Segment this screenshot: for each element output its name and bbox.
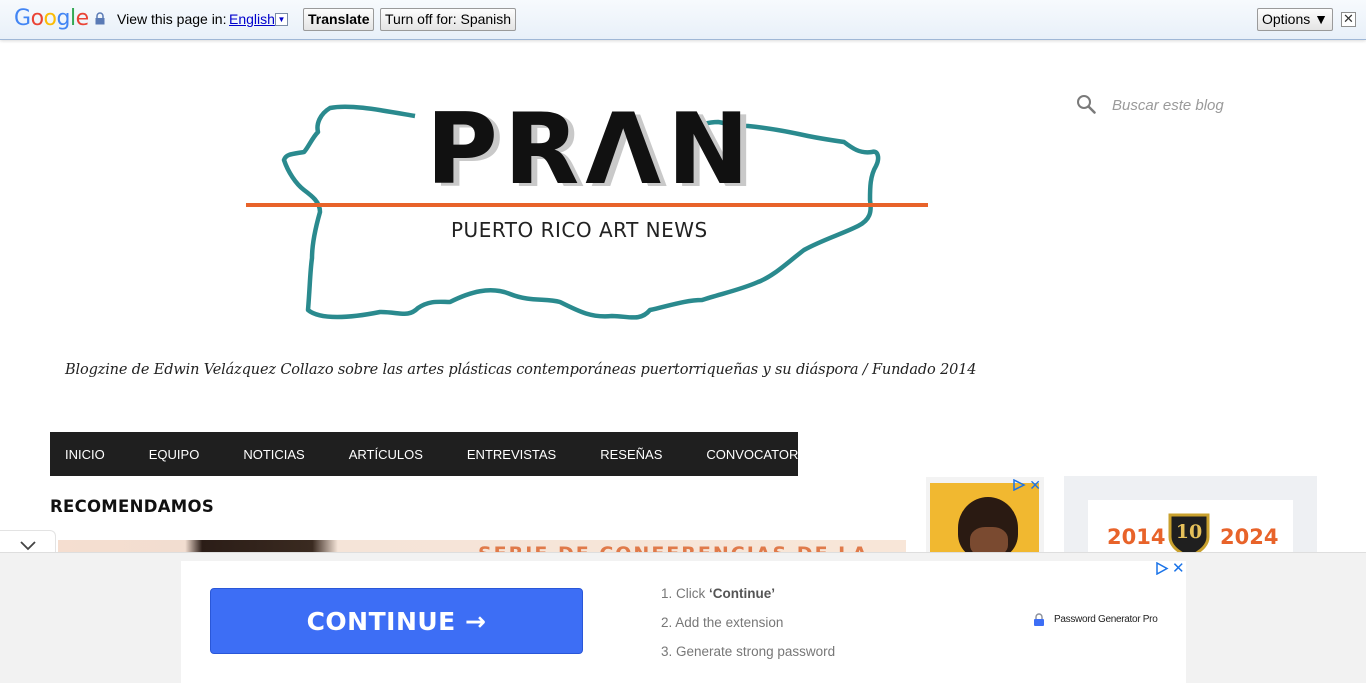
blog-logo[interactable]: PRΛN PRΛN PUERTO RICO ART NEWS <box>240 80 940 340</box>
adchoices-icon[interactable] <box>1012 479 1026 491</box>
ad-step-3: 3. Generate strong password <box>661 644 836 659</box>
nav-item-articulos[interactable]: ARTÍCULOS <box>349 447 423 462</box>
anniversary-badge-icon: 10 <box>1168 513 1210 557</box>
anniversary-widget: 2014 10 2024 <box>1064 476 1317 560</box>
bottom-ad-overlay: CONTINUE → 1. Click ‘Continue’ 2. Add th… <box>0 552 1366 683</box>
google-logo: Google <box>14 6 89 31</box>
search-input[interactable] <box>1112 92 1312 118</box>
nav-item-convocatorias[interactable]: CONVOCATORIAS <box>706 447 819 462</box>
logo-subtitle: PUERTO RICO ART NEWS <box>451 218 708 242</box>
sidebar-ad[interactable]: ✕ <box>926 477 1044 557</box>
ad-close-icon[interactable]: ✕ <box>1029 477 1041 494</box>
nav-item-resenas[interactable]: RESEÑAS <box>600 447 662 462</box>
ad-brand-name: Password Generator Pro <box>1054 614 1158 625</box>
anniversary-end-year: 2024 <box>1220 525 1279 549</box>
main-nav: INICIO EQUIPO NOTICIAS ARTÍCULOS ENTREVI… <box>50 432 819 476</box>
svg-text:10: 10 <box>1176 521 1202 543</box>
nav-item-noticias[interactable]: NOTICIAS <box>243 447 304 462</box>
blog-tagline: Blogzine de Edwin Velázquez Collazo sobr… <box>65 362 977 378</box>
chevron-down-icon <box>20 541 36 551</box>
ad-step-2: 2. Add the extension <box>661 615 784 630</box>
ad-steps: 1. Click ‘Continue’ 2. Add the extension… <box>661 585 835 672</box>
translate-button[interactable]: Translate <box>303 8 375 31</box>
ad-close-icon[interactable]: ✕ <box>1172 559 1185 577</box>
turn-off-button[interactable]: Turn off for: Spanish <box>380 8 517 31</box>
bottom-ad[interactable]: CONTINUE → 1. Click ‘Continue’ 2. Add th… <box>181 559 1186 683</box>
continue-button[interactable]: CONTINUE → <box>210 588 583 654</box>
view-page-label: View this page in: <box>117 11 227 27</box>
section-title: RECOMENDAMOS <box>50 497 215 516</box>
search-icon[interactable] <box>1076 94 1096 114</box>
nav-item-equipo[interactable]: EQUIPO <box>149 447 200 462</box>
options-button[interactable]: Options ▼ <box>1257 8 1333 31</box>
padlock-icon <box>1034 613 1044 626</box>
adchoices-icon[interactable] <box>1155 562 1169 575</box>
language-link[interactable]: English <box>229 11 275 27</box>
anniversary-start-year: 2014 <box>1107 525 1166 549</box>
lock-icon <box>95 12 105 25</box>
nav-item-entrevistas[interactable]: ENTREVISTAS <box>467 447 556 462</box>
nav-item-inicio[interactable]: INICIO <box>65 447 105 462</box>
dropdown-arrow-icon[interactable]: ▼ <box>275 13 288 26</box>
ad-brand[interactable]: Password Generator Pro <box>1033 613 1158 626</box>
logo-text: PRΛN <box>426 93 755 207</box>
translate-bar: Google View this page in: English ▼ Tran… <box>0 0 1366 40</box>
ad-step-1: 1. Click ‘Continue’ <box>661 586 776 601</box>
ad-photo <box>930 483 1039 557</box>
close-icon[interactable]: ✕ <box>1341 12 1356 27</box>
